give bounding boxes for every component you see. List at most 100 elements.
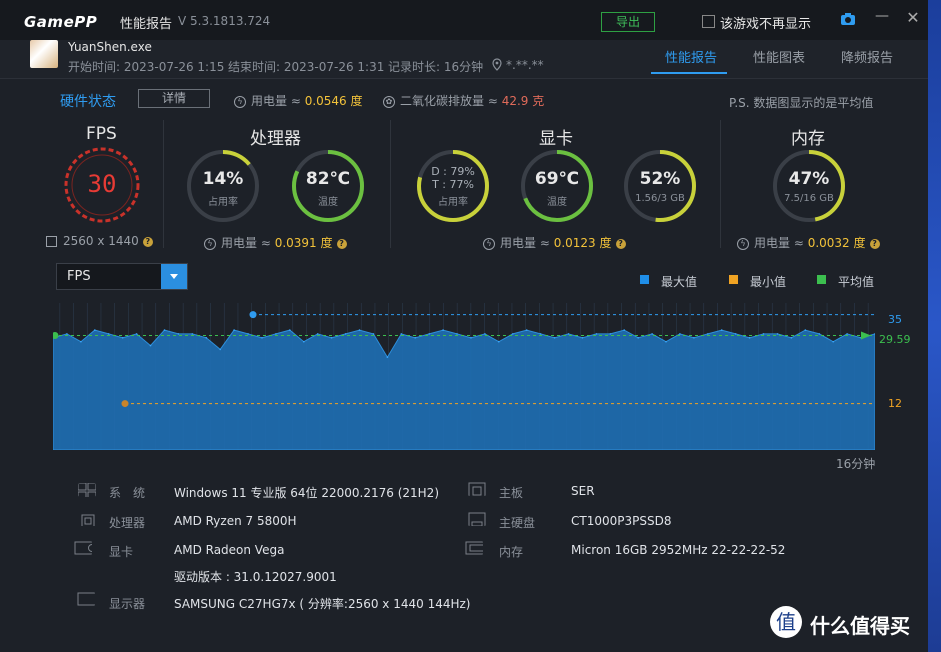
memory-power: ϟ 用电量 ≈ 0.0032 度? — [737, 234, 880, 251]
memory-gauge: 47% 7.5/16 GB — [771, 148, 847, 224]
min-marker — [121, 400, 129, 408]
max-value-label: 35 — [888, 313, 902, 326]
tab-performance-chart[interactable]: 性能图表 — [753, 47, 805, 66]
cpu-usage-gauge: 14% 占用率 — [185, 148, 261, 224]
memory-label: 内存 — [499, 545, 524, 559]
fps-point — [177, 333, 180, 335]
detail-button[interactable]: 详情 — [138, 89, 210, 108]
info-icon[interactable]: ? — [869, 238, 880, 249]
fps-point — [818, 333, 821, 335]
active-tab-indicator — [651, 72, 727, 74]
metric-select[interactable]: FPS — [56, 263, 188, 290]
hide-game-checkbox[interactable] — [702, 15, 715, 28]
fps-point — [470, 337, 472, 339]
fps-point — [358, 329, 361, 331]
divider — [720, 120, 721, 248]
os-value: Windows 11 专业版 64位 22000.2176 (21H2) — [174, 486, 439, 500]
gpu-title: 显卡 — [539, 129, 573, 149]
duration: 记录时长: 16分钟 — [388, 60, 484, 74]
x-axis-end-label: 16分钟 — [836, 457, 876, 471]
divider — [163, 120, 164, 248]
fps-point — [707, 333, 709, 335]
fps-point — [456, 333, 458, 335]
legend-max-swatch — [640, 275, 649, 284]
camera-icon[interactable] — [840, 12, 856, 26]
metric-select-value: FPS — [67, 269, 91, 284]
game-avatar — [30, 40, 58, 68]
fps-point — [247, 333, 249, 335]
fps-point — [720, 329, 723, 331]
fps-point — [66, 333, 68, 335]
cpu-power: ϟ 用电量 ≈ 0.0391 度? — [204, 234, 347, 251]
hide-game-label[interactable]: 该游戏不再显示 — [720, 13, 811, 32]
fps-point — [693, 337, 695, 339]
info-icon[interactable]: ? — [615, 238, 626, 249]
windows-icon — [78, 483, 96, 497]
hardware-state-title: 硬件状态 — [60, 94, 116, 110]
min-value-label: 12 — [888, 397, 902, 410]
legend-max-label: 最大值 — [661, 275, 698, 289]
window-title: 性能报告 — [120, 17, 173, 32]
tab-throttle-report[interactable]: 降频报告 — [841, 47, 893, 66]
version-label: V 5.3.1813.724 — [178, 14, 271, 28]
fps-area — [53, 329, 875, 450]
legend-min-label: 最小值 — [750, 275, 787, 289]
fps-point — [790, 337, 793, 339]
fps-title: FPS — [86, 124, 117, 144]
fps-point — [107, 333, 110, 335]
fps-point — [595, 333, 598, 335]
fps-point — [400, 333, 403, 335]
fps-point — [539, 333, 542, 335]
tab-performance-report[interactable]: 性能报告 — [665, 47, 717, 66]
gpu-memory-sub: 1.56/3 GB — [635, 193, 685, 204]
power-icon: ϟ — [483, 237, 495, 250]
export-button[interactable]: 导出 — [601, 12, 655, 32]
minimize-button[interactable]: — — [873, 8, 891, 30]
disk-icon — [468, 512, 486, 526]
fps-point — [428, 333, 431, 335]
resolution: 2560 x 1440? — [46, 234, 153, 248]
cpu-temp-label: 温度 — [318, 197, 338, 208]
legend-avg-label: 平均值 — [838, 275, 875, 289]
power-icon: ϟ — [234, 95, 246, 108]
fps-point — [679, 333, 681, 335]
fps-point — [414, 337, 417, 339]
fps-point — [163, 329, 166, 331]
fps-point — [651, 333, 653, 335]
fps-point — [372, 333, 375, 335]
game-exe: YuanShen.exe — [68, 40, 152, 54]
cpu-temp-gauge: 82℃ 温度 — [290, 148, 366, 224]
fps-point — [233, 329, 235, 331]
info-icon[interactable]: ? — [336, 238, 347, 249]
fps-point — [512, 333, 514, 335]
gpu-memory-gauge: 52% 1.56/3 GB — [622, 148, 698, 224]
gpu-label: 显卡 — [109, 545, 134, 559]
os-label: 系 统 — [109, 486, 146, 500]
fps-point — [149, 344, 152, 347]
memory-icon — [465, 541, 483, 555]
memory-value: 47% — [788, 169, 830, 189]
fps-point — [832, 340, 834, 343]
gamepp-window: GamePP 性能报告 V 5.3.1813.724 导出 该游戏不再显示 — … — [0, 0, 928, 652]
title-bar: GamePP 性能报告 V 5.3.1813.724 导出 该游戏不再显示 — … — [0, 0, 928, 40]
fps-point — [553, 337, 556, 339]
cpu-temp-value: 82℃ — [305, 169, 351, 189]
fps-point — [219, 348, 221, 351]
close-button[interactable]: ✕ — [904, 8, 922, 30]
cpu-value: AMD Ryzen 7 5800H — [174, 514, 297, 528]
avg-value-label: 29.59 — [879, 333, 911, 346]
fps-point — [344, 333, 347, 335]
memory-info-value: Micron 16GB 2952MHz 22-22-22-52 — [571, 543, 786, 557]
gpu-power: ϟ 用电量 ≈ 0.0123 度? — [483, 234, 626, 251]
fps-chart — [53, 303, 875, 450]
fps-point — [776, 333, 779, 335]
monitor-label: 显示器 — [109, 597, 146, 611]
fps-point — [80, 340, 82, 343]
info-icon[interactable]: ? — [142, 236, 153, 247]
fps-point — [748, 337, 751, 339]
chevron-down-icon[interactable] — [161, 264, 187, 289]
fps-point — [303, 340, 305, 343]
fps-point — [205, 337, 208, 339]
fps-point — [762, 333, 765, 335]
location: *.**.** — [506, 58, 544, 72]
